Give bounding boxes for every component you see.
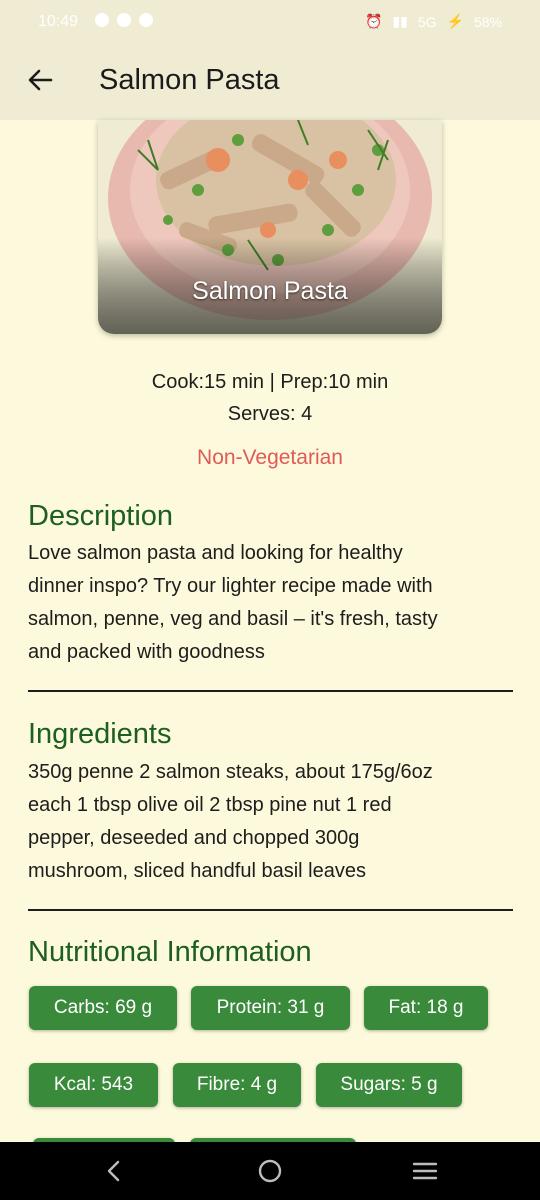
hero-caption: Salmon Pasta (192, 277, 348, 305)
nutrition-chip-kcal[interactable]: Kcal: 543 (29, 1063, 158, 1107)
notification-icons (95, 13, 153, 27)
nutrition-title: Nutritional Information (28, 936, 312, 968)
ingredients-line: each 1 tbsp olive oil 2 tbsp pine nut 1 … (28, 794, 392, 816)
circle-home-icon (258, 1159, 282, 1183)
ingredients-text: 350g penne 2 salmon steaks, about 175g/6… (28, 756, 498, 888)
battery-icon: ⚡ (446, 13, 464, 29)
whatsapp-icon (139, 13, 153, 27)
section-divider (28, 909, 513, 911)
nutrition-chip-carbs[interactable]: Carbs: 69 g (29, 986, 177, 1030)
battery-level: 58% (473, 13, 502, 30)
serves-count: Serves: 4 (227, 403, 313, 425)
description-text: Love salmon pasta and looking for health… (28, 537, 498, 669)
alarm-icon: ⏰ (364, 13, 383, 29)
menu-lines-icon (412, 1162, 438, 1180)
back-button[interactable] (22, 62, 58, 98)
description-line: salmon, penne, veg and basil – it's fres… (28, 608, 438, 630)
ingredients-title: Ingredients (28, 718, 172, 750)
page-title: Salmon Pasta (99, 64, 280, 96)
description-line: Love salmon pasta and looking for health… (28, 542, 403, 564)
snapchat-icon (95, 13, 109, 27)
app-notification-icon (117, 13, 131, 27)
ingredients-line: mushroom, sliced handful basil leaves (28, 860, 366, 882)
status-time: 10:49 (38, 13, 79, 30)
nutrition-chip-fibre[interactable]: Fibre: 4 g (173, 1063, 301, 1107)
description-title: Description (28, 500, 174, 532)
system-nav-bar (0, 1142, 540, 1200)
signal-icon: ▮▮ (392, 13, 408, 29)
cook-prep-time: Cook:15 min | Prep:10 min (151, 371, 389, 393)
chevron-left-icon (107, 1160, 120, 1182)
status-bar: 10:49 ⏰ ▮▮ 5G ⚡ 58% (0, 0, 540, 44)
ingredients-line: 350g penne 2 salmon steaks, about 175g/6… (28, 761, 433, 783)
nav-recents-button[interactable] (410, 1156, 440, 1186)
description-line: and packed with goodness (28, 641, 265, 663)
app-bar: Salmon Pasta (0, 44, 540, 120)
ingredients-line: pepper, deseeded and chopped 300g (28, 827, 360, 849)
section-divider (28, 690, 513, 692)
nutrition-chip-protein[interactable]: Protein: 31 g (191, 986, 350, 1030)
diet-label: Non-Vegetarian (197, 446, 343, 469)
arrow-left-icon (28, 69, 53, 91)
status-right: ⏰ ▮▮ 5G ⚡ 58% (365, 13, 502, 30)
description-line: dinner inspo? Try our lighter recipe mad… (28, 575, 433, 597)
recipe-hero-image: Salmon Pasta (98, 120, 442, 334)
nutrition-chip-sugars[interactable]: Sugars: 5 g (316, 1063, 462, 1107)
nav-home-button[interactable] (255, 1156, 285, 1186)
nutrition-chip-fat[interactable]: Fat: 18 g (364, 986, 488, 1030)
network-label: 5G (417, 13, 437, 30)
nav-back-button[interactable] (99, 1156, 129, 1186)
